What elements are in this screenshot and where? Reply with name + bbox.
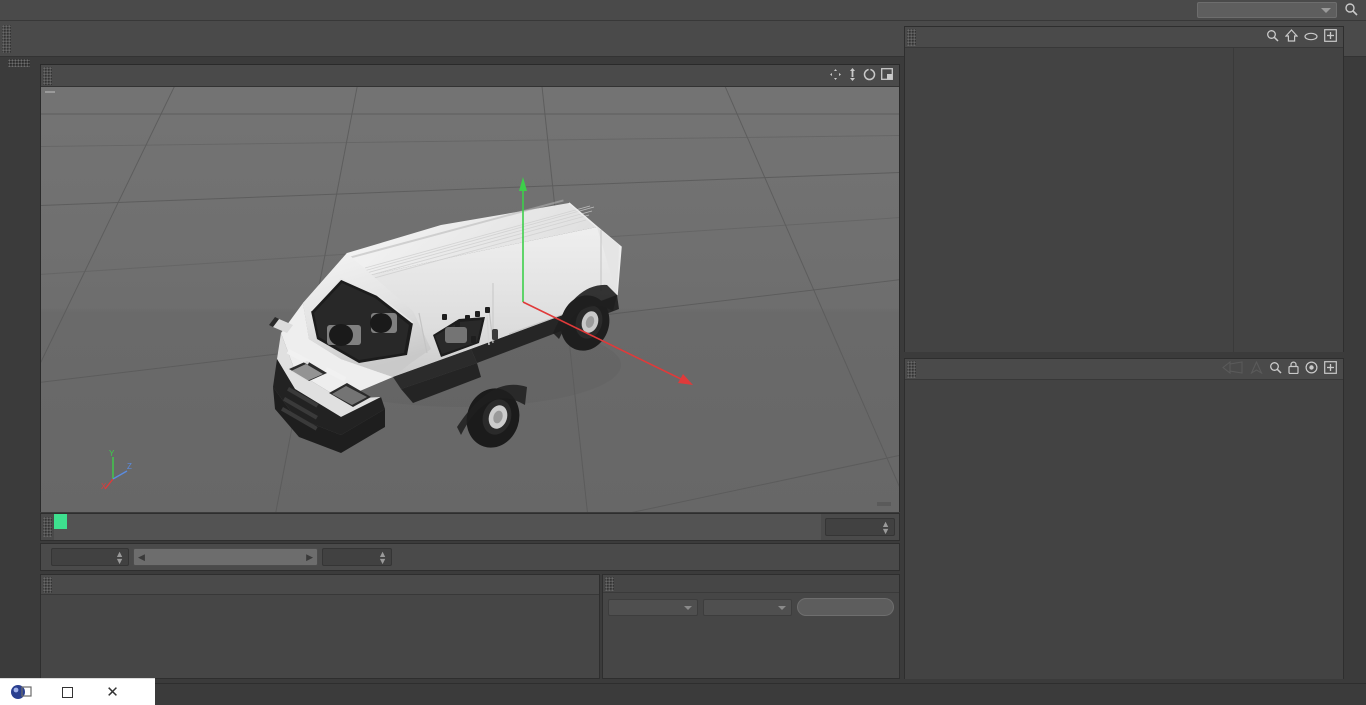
attribute-manager bbox=[904, 358, 1344, 679]
add-icon[interactable] bbox=[1324, 361, 1337, 377]
viewport-camera-label bbox=[45, 91, 55, 93]
object-manager-grip[interactable] bbox=[907, 28, 916, 46]
svg-text:Z: Z bbox=[127, 462, 132, 471]
zoom-icon[interactable] bbox=[847, 67, 858, 84]
viewport-canvas[interactable]: Y X Z bbox=[41, 87, 899, 512]
timeline-ruler[interactable] bbox=[54, 514, 821, 540]
attribute-icons bbox=[1222, 360, 1343, 377]
right-vertical-tabs bbox=[1344, 26, 1366, 70]
add-layer-icon[interactable] bbox=[1324, 29, 1337, 45]
search-icon[interactable] bbox=[1344, 2, 1358, 19]
maximize-icon[interactable] bbox=[881, 68, 893, 83]
eye-icon[interactable] bbox=[1304, 30, 1318, 44]
back-arrow-icon[interactable] bbox=[1222, 360, 1244, 377]
restore-window-button[interactable] bbox=[45, 679, 90, 705]
world-axis-gizmo: Y X Z bbox=[101, 449, 141, 494]
coordinates-footer bbox=[603, 596, 899, 618]
object-manager-menu-bar bbox=[905, 27, 1343, 48]
spinner-icon[interactable]: ▲ ▼ bbox=[378, 550, 387, 566]
slider-right-arrow-icon[interactable]: ▶ bbox=[306, 552, 313, 563]
search-icon[interactable] bbox=[1269, 361, 1282, 377]
svg-text:X: X bbox=[101, 482, 107, 491]
apply-button[interactable] bbox=[797, 598, 895, 616]
material-grip[interactable] bbox=[43, 576, 52, 593]
pan-icon[interactable] bbox=[829, 68, 842, 84]
os-taskbar: ✕ bbox=[0, 678, 155, 705]
attribute-menu-bar bbox=[905, 359, 1343, 380]
attribute-content bbox=[905, 380, 1343, 679]
coordinates-header bbox=[603, 575, 899, 593]
layout-select[interactable] bbox=[1197, 2, 1337, 18]
attribute-grip[interactable] bbox=[907, 360, 916, 378]
viewport-menu-bar bbox=[41, 65, 899, 87]
viewport-grip[interactable] bbox=[43, 66, 52, 85]
max-frame-field[interactable]: ▲ ▼ bbox=[322, 548, 392, 566]
left-toolbar-grip[interactable] bbox=[8, 59, 30, 67]
viewport-panel: Y X Z bbox=[40, 64, 900, 512]
spinner-icon[interactable]: ▲ ▼ bbox=[881, 520, 890, 536]
target-icon[interactable] bbox=[1305, 361, 1318, 377]
close-icon: ✕ bbox=[106, 684, 119, 701]
home-icon[interactable] bbox=[1284, 29, 1299, 45]
chevron-down-icon bbox=[778, 605, 787, 610]
grid-spacing-badge bbox=[877, 502, 891, 506]
chevron-down-icon bbox=[683, 605, 692, 610]
object-manager-column-divider bbox=[1233, 48, 1234, 352]
material-manager bbox=[40, 574, 600, 679]
coordinates-manager bbox=[602, 574, 900, 679]
object-manager bbox=[904, 26, 1344, 352]
close-window-button[interactable]: ✕ bbox=[90, 679, 135, 705]
anim-current-frame-field[interactable]: ▲ ▼ bbox=[51, 548, 129, 566]
timeline-panel: ▲ ▼ bbox=[40, 513, 900, 541]
material-list bbox=[41, 595, 599, 607]
left-toolbar bbox=[0, 57, 38, 705]
toolbar-grip[interactable] bbox=[2, 24, 11, 53]
viewport-scene bbox=[41, 87, 899, 512]
svg-text:Y: Y bbox=[109, 449, 115, 458]
current-frame-marker[interactable] bbox=[54, 514, 67, 529]
restore-icon bbox=[62, 686, 73, 698]
layout-control bbox=[1191, 2, 1366, 19]
material-menu-bar bbox=[41, 575, 599, 595]
lock-icon[interactable] bbox=[1288, 361, 1299, 377]
current-frame-field[interactable]: ▲ ▼ bbox=[825, 518, 895, 536]
viewport-nav-icons bbox=[829, 67, 899, 84]
object-tree[interactable] bbox=[905, 48, 1343, 352]
main-menu-bar bbox=[0, 0, 1366, 21]
status-bar bbox=[0, 683, 1366, 705]
animation-toolbar: ▲ ▼ ◀ ▶ ▲ ▼ bbox=[40, 543, 900, 571]
coordinates-grip[interactable] bbox=[605, 576, 614, 591]
timeline-grip[interactable] bbox=[43, 517, 52, 537]
preview-range-slider[interactable]: ◀ ▶ bbox=[133, 548, 318, 566]
coordinate-mode-select[interactable] bbox=[702, 598, 793, 616]
object-manager-icons bbox=[1266, 29, 1343, 45]
search-icon[interactable] bbox=[1266, 29, 1279, 45]
coordinate-system-select[interactable] bbox=[608, 598, 698, 616]
rotate-icon[interactable] bbox=[863, 67, 876, 84]
spinner-icon[interactable]: ▲ ▼ bbox=[115, 550, 124, 566]
taskbar-app-icon[interactable] bbox=[0, 679, 45, 705]
chevron-down-icon bbox=[1321, 8, 1331, 13]
cinema4d-window: Y X Z ▲ ▼ ▲ ▼ ◀ ▶ ▲ ▼ ✕ bbox=[0, 0, 1366, 705]
pin-icon[interactable] bbox=[1250, 360, 1263, 377]
slider-left-arrow-icon[interactable]: ◀ bbox=[138, 552, 145, 563]
